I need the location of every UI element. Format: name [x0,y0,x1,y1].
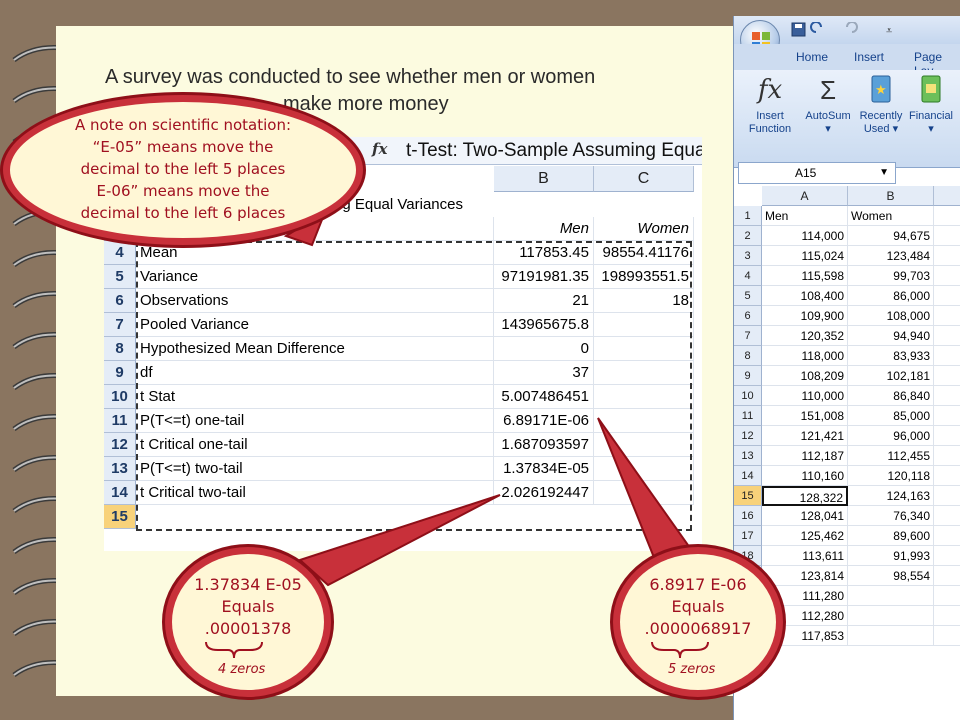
right-callout-pointer [597,417,702,564]
right-callout-line-2: Equals [671,597,725,616]
right-callout-line-3: .0000068917 [644,619,752,638]
left-callout-pointer [298,494,501,587]
right-brace-icon [651,641,709,659]
note-text: A note on scientific notation: “E-05” me… [30,114,336,224]
left-brace-label: 4 zeros [218,662,266,677]
note-line-1: A note on scientific notation: [74,116,292,134]
note-line-5: decimal to the left 6 places [80,204,286,222]
right-callout-text: 6.8917 E-06 Equals .0000068917 [620,574,776,640]
right-callout-line-1: 6.8917 E-06 [649,575,747,594]
note-line-4: E-06” means move the [96,182,270,200]
left-callout-line-1: 1.37834 E-05 [194,575,302,594]
left-brace-icon [205,641,263,659]
note-line-2: “E-05” means move the [92,138,274,156]
left-callout-line-3: .00001378 [204,619,292,638]
left-callout-text: 1.37834 E-05 Equals .00001378 [172,574,324,640]
left-callout-line-2: Equals [221,597,275,616]
note-line-3: decimal to the left 5 places [80,160,286,178]
right-brace-label: 5 zeros [668,662,716,677]
